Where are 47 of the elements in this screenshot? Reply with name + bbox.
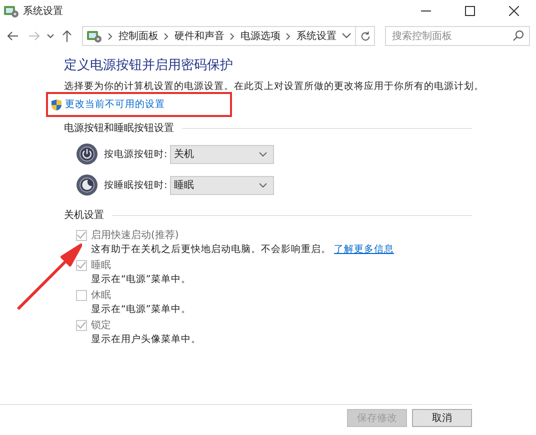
chevron-right-icon	[230, 32, 234, 40]
checkmark-icon	[77, 261, 86, 269]
refresh-icon	[360, 30, 371, 42]
control-panel-icon	[3, 3, 19, 19]
page-heading: 定义电源按钮并启用密码保护	[64, 57, 234, 74]
admin-settings-link[interactable]: 更改当前不可用的设置	[51, 98, 165, 111]
maximize-icon[interactable]	[465, 6, 475, 16]
moon-icon	[76, 174, 98, 196]
description-text: 选择要为你的计算机设置的电源设置。在此页上对设置所做的更改将应用于你所有的电源计划。	[64, 80, 485, 93]
breadcrumb[interactable]: 系统设置	[296, 29, 336, 43]
option-description: 显示在“电源”菜单中。	[91, 274, 191, 285]
option-description: 显示在“电源”菜单中。	[91, 304, 191, 315]
section-title: 关机设置	[64, 208, 104, 222]
chevron-down-icon[interactable]	[46, 34, 54, 38]
checkmark-icon	[77, 321, 86, 329]
checkbox-label: 休眠	[91, 289, 111, 302]
option-description: 这有助于在关机之后更快地启动电脑。不会影响重启。	[91, 244, 331, 255]
chevron-right-icon	[108, 32, 112, 40]
breadcrumb[interactable]: 硬件和声音	[174, 29, 224, 43]
checkmark-icon	[77, 231, 86, 239]
refresh-button[interactable]	[356, 26, 376, 46]
control-panel-icon	[86, 28, 102, 44]
back-arrow-icon[interactable]	[7, 31, 20, 41]
power-button-icon	[76, 143, 98, 165]
chevron-down-icon[interactable]	[342, 33, 352, 39]
checkbox-label: 启用快速启动(推荐)	[91, 228, 179, 242]
section-title: 电源按钮和睡眠按钮设置	[64, 122, 174, 135]
up-arrow-icon[interactable]	[62, 30, 72, 42]
checkbox-label: 睡眠	[91, 258, 111, 272]
close-icon[interactable]	[509, 6, 519, 16]
field-label: 按睡眠按钮时:	[104, 178, 168, 192]
chevron-right-icon	[164, 32, 168, 40]
caret-icon	[259, 152, 267, 156]
window-title: 系统设置	[23, 4, 63, 18]
address-bar[interactable]: 控制面板 硬件和声音 电源选项 系统设置	[82, 26, 356, 46]
chevron-right-icon	[286, 32, 290, 40]
option-description: 显示在用户头像菜单中。	[91, 334, 201, 345]
cancel-button[interactable]: 取消	[412, 409, 472, 427]
breadcrumb[interactable]: 电源选项	[240, 29, 280, 43]
minimize-icon[interactable]	[421, 10, 431, 12]
checkbox-label: 锁定	[91, 318, 111, 332]
caret-icon	[259, 182, 267, 188]
search-icon	[513, 30, 524, 41]
field-label: 按电源按钮时:	[104, 148, 168, 160]
search-field[interactable]: 搜索控制面板	[385, 26, 530, 46]
breadcrumb[interactable]: 控制面板	[118, 29, 158, 43]
shield-icon	[51, 98, 62, 110]
